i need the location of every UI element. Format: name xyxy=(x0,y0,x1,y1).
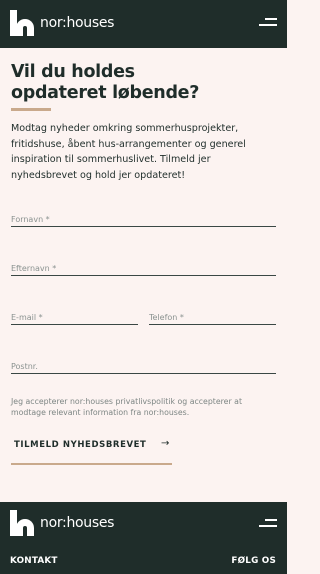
footer-logo-text: nor:houses xyxy=(40,515,115,531)
logo-mark-icon xyxy=(10,510,34,536)
fornavn-field xyxy=(11,207,276,227)
site-header: nor:houses xyxy=(0,0,287,48)
site-logo[interactable]: nor:houses xyxy=(10,10,114,36)
title-line-1: Vil du holdes xyxy=(11,62,135,82)
efternavn-input[interactable] xyxy=(11,261,276,276)
title-accent-divider xyxy=(11,108,51,111)
footer-kontakt-link[interactable]: KONTAKT xyxy=(10,556,58,566)
footer-logo[interactable]: nor:houses xyxy=(10,510,114,536)
efternavn-field xyxy=(11,256,276,276)
logo-mark-icon xyxy=(10,10,34,36)
postnr-field xyxy=(11,354,276,374)
telefon-input[interactable] xyxy=(149,310,276,325)
consent-text: Jeg accepterer nor:houses privatlivspoli… xyxy=(11,397,242,417)
telefon-field xyxy=(149,305,276,325)
subscribe-button-label: TILMELD NYHEDSBREVET xyxy=(14,440,147,450)
subscribe-button[interactable]: TILMELD NYHEDSBREVET → xyxy=(11,435,172,465)
footer-hamburger-menu-icon[interactable] xyxy=(259,517,277,531)
footer-folg-os-link[interactable]: FØLG OS xyxy=(231,556,276,566)
logo-text: nor:houses xyxy=(40,15,115,31)
postnr-input[interactable] xyxy=(11,359,276,374)
title-line-2: opdateret løbende? xyxy=(11,83,200,103)
intro-text: Modtag nyheder omkring sommerhusprojekte… xyxy=(11,123,246,181)
arrow-right-icon: → xyxy=(161,438,170,449)
site-footer: nor:houses KONTAKT FØLG OS xyxy=(0,502,287,574)
email-input[interactable] xyxy=(11,310,138,325)
hamburger-menu-icon[interactable] xyxy=(259,16,277,30)
page-title: Vil du holdes opdateret løbende? xyxy=(11,62,261,104)
fornavn-input[interactable] xyxy=(11,212,276,227)
email-field xyxy=(11,305,138,325)
